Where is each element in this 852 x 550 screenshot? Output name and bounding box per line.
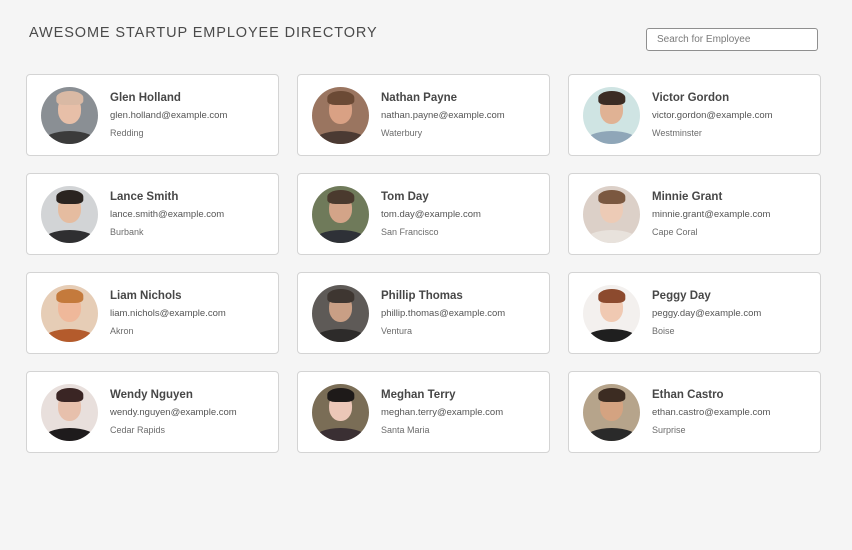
employee-info: Peggy Day peggy.day@example.com Boise [652,289,761,337]
avatar-shoulders [584,130,639,144]
employee-city: Westminster [652,128,702,138]
employee-card[interactable]: Phillip Thomas phillip.thomas@example.com… [297,272,550,354]
employee-city: Santa Maria [381,425,430,435]
employee-info: Tom Day tom.day@example.com San Francisco [381,190,481,238]
employee-name: Tom Day [381,191,429,203]
avatar [41,383,98,441]
employee-card[interactable]: Liam Nichols liam.nichols@example.com Akro… [26,272,279,354]
avatar-shoulders [313,427,368,441]
employee-card[interactable]: Meghan Terry meghan.terry@example.com Sant… [297,371,550,453]
avatar-shoulders [313,328,368,342]
employee-card[interactable]: Wendy Nguyen wendy.nguyen@example.com Ceda… [26,371,279,453]
avatar [41,284,98,342]
employee-city: Burbank [110,227,144,237]
avatar-shoulders [42,130,97,144]
employee-name: Meghan Terry [381,389,456,401]
avatar-shoulders [42,427,97,441]
avatar-hair [55,91,84,105]
avatar [41,86,98,144]
employee-city: Waterbury [381,128,423,138]
avatar-hair [326,91,355,105]
employee-email: wendy.nguyen@example.com [110,407,237,418]
employee-email: ethan.castro@example.com [652,407,771,418]
employee-email: glen.holland@example.com [110,110,228,121]
employee-name: Minnie Grant [652,191,723,203]
page-title: AWESOME STARTUP EMPLOYEE DIRECTORY [29,25,378,41]
employee-email: victor.gordon@example.com [652,110,773,121]
employee-email: minnie.grant@example.com [652,209,771,220]
avatar-hair [55,289,84,303]
employee-email: lance.smith@example.com [110,209,225,220]
avatar-hair [597,388,626,402]
avatar-hair [597,289,626,303]
avatar [312,383,369,441]
employee-info: Meghan Terry meghan.terry@example.com Sant… [381,388,503,436]
avatar-hair [55,190,84,204]
employee-card[interactable]: Victor Gordon victor.gordon@example.com We… [568,74,821,156]
employee-city: Redding [110,128,144,138]
employee-city: Surprise [652,425,686,435]
employee-card[interactable]: Ethan Castro ethan.castro@example.com Surp… [568,371,821,453]
employee-email: liam.nichols@example.com [110,308,226,319]
avatar-shoulders [584,328,639,342]
employee-city: Cedar Rapids [110,425,166,435]
avatar [583,86,640,144]
employee-info: Wendy Nguyen wendy.nguyen@example.com Ceda… [110,388,237,436]
employee-info: Lance Smith lance.smith@example.com Burban… [110,190,224,238]
employee-card[interactable]: Minnie Grant minnie.grant@example.com Cape… [568,173,821,255]
employee-card[interactable]: Tom Day tom.day@example.com San Francisco [297,173,550,255]
employee-city: San Francisco [381,227,439,237]
employee-name: Nathan Payne [381,92,458,104]
employee-email: nathan.payne@example.com [381,110,505,121]
employee-email: tom.day@example.com [381,209,481,220]
avatar [312,185,369,243]
avatar-hair [326,190,355,204]
employee-name: Liam Nichols [110,290,182,302]
avatar-hair [55,388,84,402]
avatar-shoulders [313,229,368,243]
employee-name: Peggy Day [652,290,711,302]
avatar [312,86,369,144]
avatar-hair [326,289,355,303]
employee-grid: Glen Holland glen.holland@example.com Redd… [26,74,822,453]
employee-name: Wendy Nguyen [110,389,193,401]
employee-city: Akron [110,326,134,336]
employee-name: Victor Gordon [652,92,730,104]
employee-card[interactable]: Lance Smith lance.smith@example.com Burban… [26,173,279,255]
avatar-hair [597,190,626,204]
employee-info: Glen Holland glen.holland@example.com Redd… [110,91,227,139]
employee-info: Ethan Castro ethan.castro@example.com Surp… [652,388,770,436]
employee-info: Victor Gordon victor.gordon@example.com We… [652,91,773,139]
avatar [583,185,640,243]
avatar-hair [597,91,626,105]
search-input[interactable] [646,28,818,51]
avatar-shoulders [313,130,368,144]
avatar-shoulders [584,229,639,243]
employee-info: Nathan Payne nathan.payne@example.com Wate… [381,91,505,139]
employee-email: phillip.thomas@example.com [381,308,506,319]
employee-card[interactable]: Nathan Payne nathan.payne@example.com Wate… [297,74,550,156]
avatar [41,185,98,243]
employee-email: meghan.terry@example.com [381,407,504,418]
employee-email: peggy.day@example.com [652,308,762,319]
avatar [583,284,640,342]
avatar [583,383,640,441]
employee-city: Boise [652,326,675,336]
employee-city: Cape Coral [652,227,698,237]
employee-card[interactable]: Glen Holland glen.holland@example.com Redd… [26,74,279,156]
employee-info: Liam Nichols liam.nichols@example.com Akro… [110,289,226,337]
avatar-shoulders [584,427,639,441]
employee-info: Phillip Thomas phillip.thomas@example.com… [381,289,505,337]
employee-city: Ventura [381,326,413,336]
employee-name: Lance Smith [110,191,179,203]
avatar-shoulders [42,229,97,243]
employee-name: Phillip Thomas [381,290,463,302]
employee-name: Ethan Castro [652,389,724,401]
employee-card[interactable]: Peggy Day peggy.day@example.com Boise [568,272,821,354]
avatar [312,284,369,342]
avatar-hair [326,388,355,402]
avatar-shoulders [42,328,97,342]
employee-info: Minnie Grant minnie.grant@example.com Cape… [652,190,770,238]
employee-name: Glen Holland [110,92,181,104]
